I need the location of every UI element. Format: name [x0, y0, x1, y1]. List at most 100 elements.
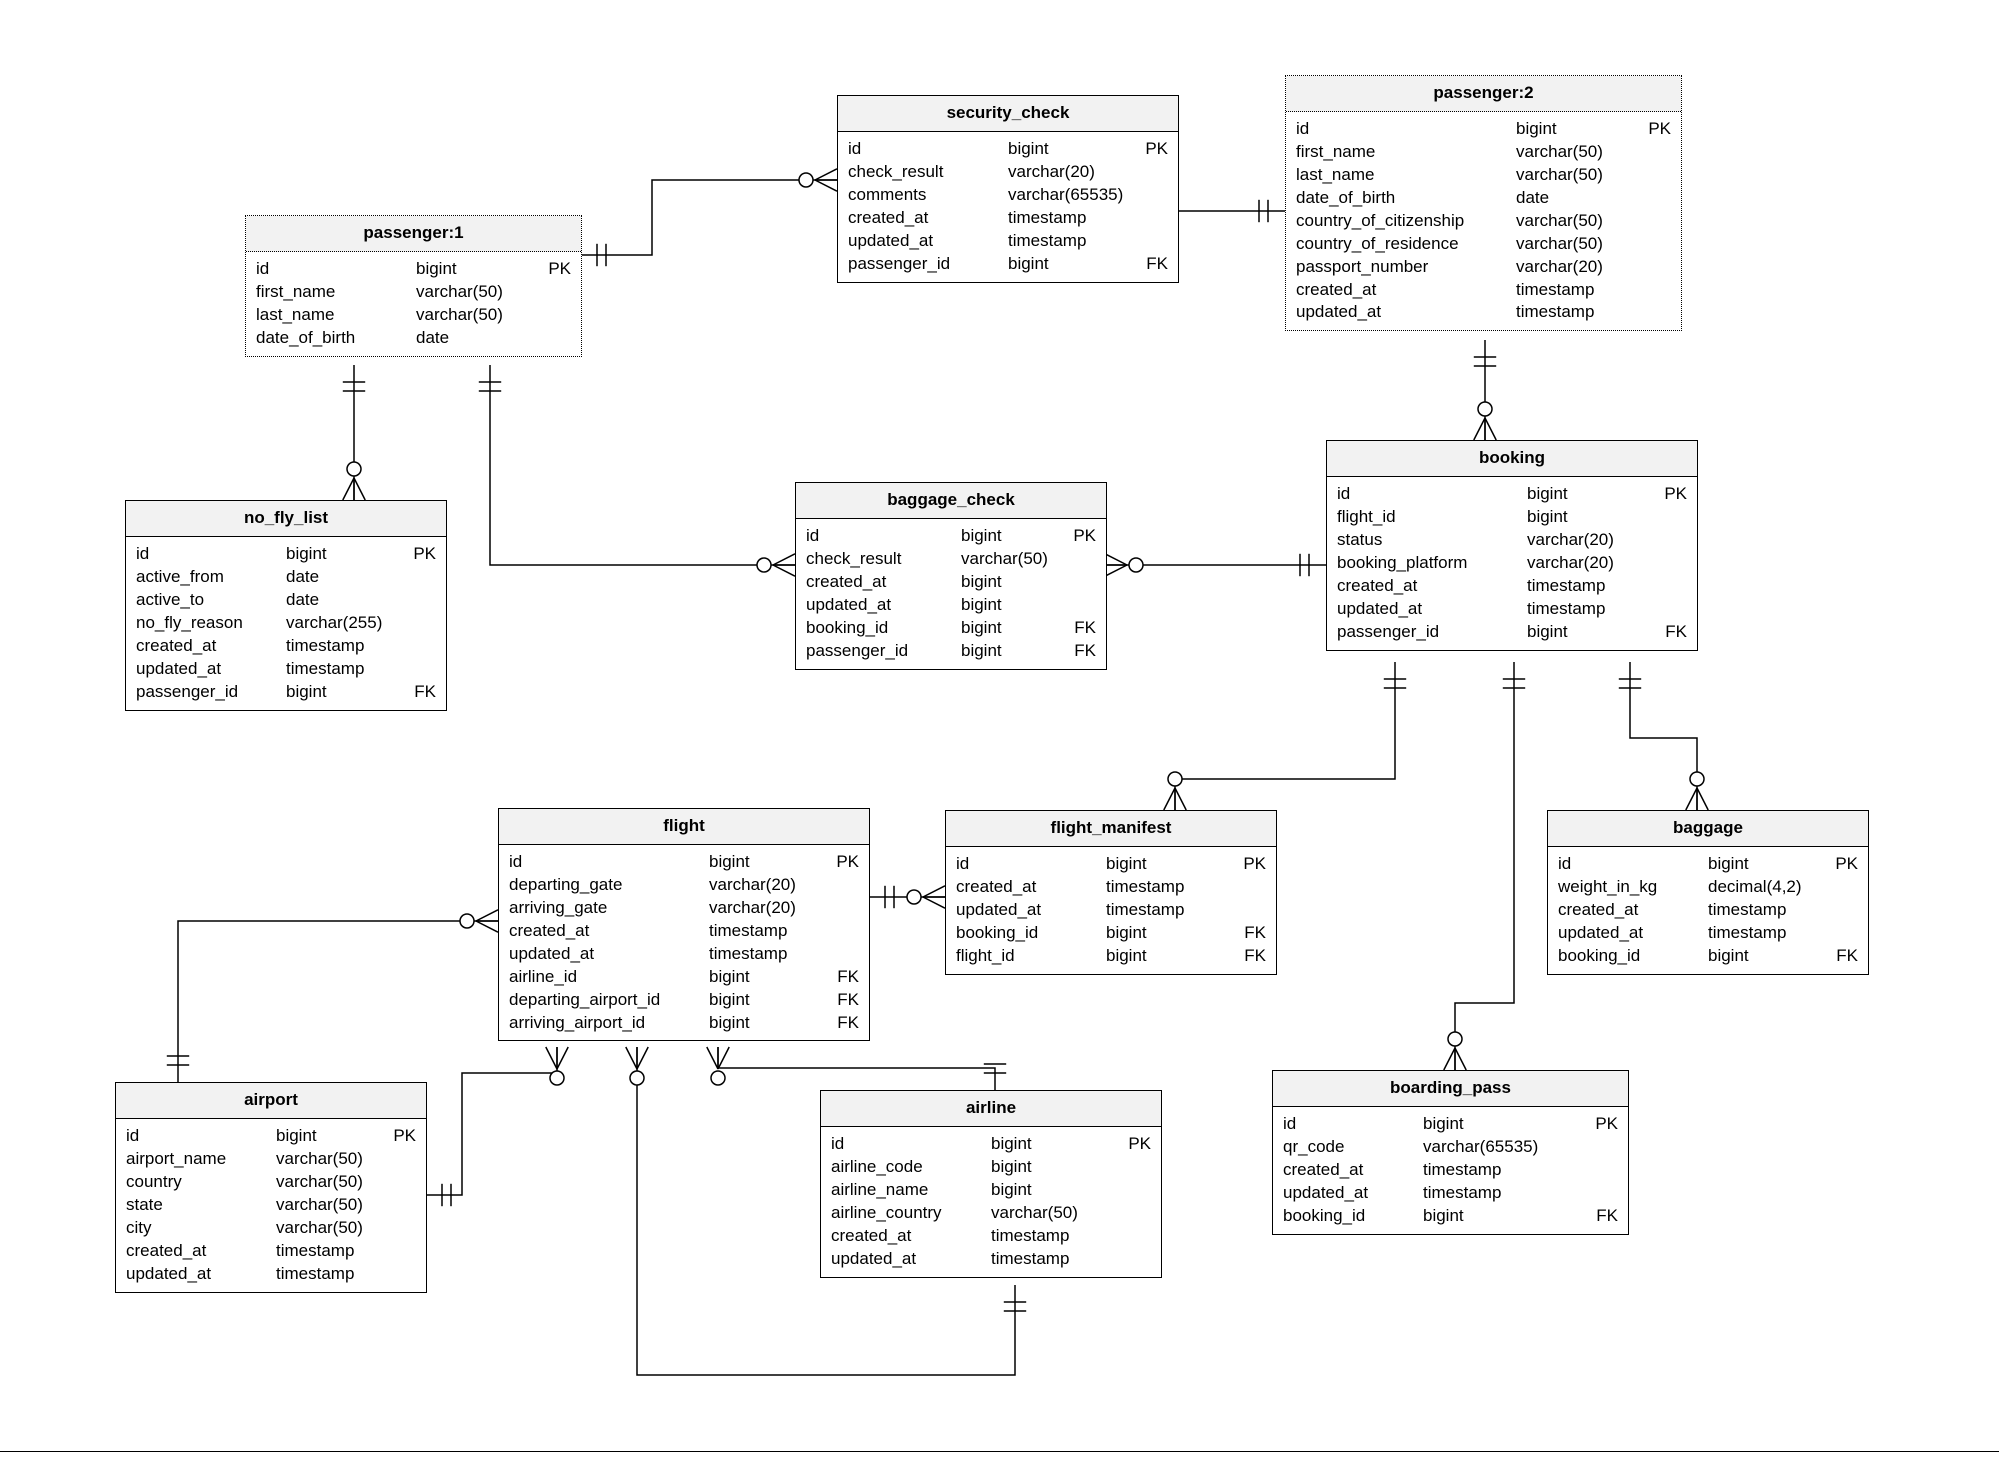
column-row: last_namevarchar(50) [1296, 164, 1671, 187]
column-row: countryvarchar(50) [126, 1171, 416, 1194]
column-name: updated_at [1283, 1182, 1423, 1205]
column-row: last_namevarchar(50) [256, 304, 571, 327]
column-row: idbigintPK [848, 138, 1168, 161]
column-row: statusvarchar(20) [1337, 529, 1687, 552]
column-name: last_name [1296, 164, 1516, 187]
column-name: booking_id [1283, 1205, 1423, 1228]
column-type: date [1516, 187, 1641, 210]
column-name: id [1296, 118, 1516, 141]
column-key: PK [829, 851, 859, 874]
column-type: bigint [991, 1179, 1121, 1202]
column-type: bigint [1516, 118, 1641, 141]
column-key [1641, 256, 1671, 279]
column-row: first_namevarchar(50) [1296, 141, 1671, 164]
column-name: id [1558, 853, 1708, 876]
column-name: updated_at [1337, 598, 1527, 621]
column-name: created_at [1558, 899, 1708, 922]
column-row: flight_idbigintFK [956, 945, 1266, 968]
column-type: timestamp [1008, 230, 1138, 253]
column-key [1641, 141, 1671, 164]
column-row: booking_idbigintFK [1283, 1205, 1618, 1228]
column-row: active_todate [136, 589, 436, 612]
column-row: idbigintPK [1337, 483, 1687, 506]
column-row: passport_numbervarchar(20) [1296, 256, 1671, 279]
column-key [1641, 233, 1671, 256]
entity-title: baggage_check [796, 483, 1106, 519]
column-row: passenger_idbigintFK [1337, 621, 1687, 644]
column-name: departing_gate [509, 874, 709, 897]
column-row: booking_idbigintFK [806, 617, 1096, 640]
entity-body: idbigintPKairline_codebigintairline_name… [821, 1127, 1161, 1277]
column-key [1641, 210, 1671, 233]
column-type: bigint [286, 681, 406, 704]
column-row: idbigintPK [831, 1133, 1151, 1156]
column-key [1657, 529, 1687, 552]
column-row: created_attimestamp [1296, 279, 1671, 302]
column-row: airline_idbigintFK [509, 966, 859, 989]
column-type: bigint [961, 594, 1066, 617]
column-row: updated_atbigint [806, 594, 1096, 617]
column-type: bigint [1527, 506, 1657, 529]
column-row: airport_namevarchar(50) [126, 1148, 416, 1171]
column-key [541, 281, 571, 304]
column-name: passport_number [1296, 256, 1516, 279]
column-type: varchar(50) [991, 1202, 1121, 1225]
column-key [1657, 575, 1687, 598]
column-key [1828, 922, 1858, 945]
column-name: updated_at [806, 594, 961, 617]
entity-flight_manifest: flight_manifestidbigintPKcreated_attimes… [945, 810, 1277, 975]
column-name: check_result [806, 548, 961, 571]
column-type: varchar(50) [1516, 233, 1641, 256]
column-name: created_at [831, 1225, 991, 1248]
column-key [1641, 301, 1671, 324]
column-type: decimal(4,2) [1708, 876, 1828, 899]
column-key [1121, 1225, 1151, 1248]
column-key: FK [1236, 945, 1266, 968]
column-key [1657, 552, 1687, 575]
column-row: updated_attimestamp [848, 230, 1168, 253]
column-type: bigint [1106, 922, 1236, 945]
column-type: varchar(20) [1527, 529, 1657, 552]
column-name: last_name [256, 304, 416, 327]
column-name: updated_at [509, 943, 709, 966]
column-name: check_result [848, 161, 1008, 184]
entity-body: idbigintPKairport_namevarchar(50)country… [116, 1119, 426, 1292]
column-type: bigint [991, 1156, 1121, 1179]
column-name: updated_at [1558, 922, 1708, 945]
entity-body: idbigintPKcheck_resultvarchar(50)created… [796, 519, 1106, 669]
column-name: country [126, 1171, 276, 1194]
column-name: city [126, 1217, 276, 1240]
entity-title: flight [499, 809, 869, 845]
column-key [1657, 598, 1687, 621]
column-name: booking_id [806, 617, 961, 640]
column-key [1138, 207, 1168, 230]
column-name: flight_id [1337, 506, 1527, 529]
column-type: bigint [961, 525, 1066, 548]
column-name: id [956, 853, 1106, 876]
column-name: country_of_citizenship [1296, 210, 1516, 233]
column-name: id [126, 1125, 276, 1148]
column-key [406, 566, 436, 589]
column-type: varchar(50) [276, 1217, 386, 1240]
column-type: timestamp [1708, 899, 1828, 922]
column-type: timestamp [709, 943, 829, 966]
column-key: PK [1641, 118, 1671, 141]
column-row: idbigintPK [136, 543, 436, 566]
column-type: varchar(50) [276, 1194, 386, 1217]
column-name: passenger_id [848, 253, 1008, 276]
column-row: country_of_citizenshipvarchar(50) [1296, 210, 1671, 233]
column-row: country_of_residencevarchar(50) [1296, 233, 1671, 256]
column-type: bigint [1527, 483, 1657, 506]
column-type: bigint [1708, 945, 1828, 968]
column-row: booking_idbigintFK [956, 922, 1266, 945]
column-row: weight_in_kgdecimal(4,2) [1558, 876, 1858, 899]
column-row: booking_platformvarchar(20) [1337, 552, 1687, 575]
column-name: id [1283, 1113, 1423, 1136]
entity-baggage_check: baggage_checkidbigintPKcheck_resultvarch… [795, 482, 1107, 670]
column-name: created_at [1283, 1159, 1423, 1182]
column-type: timestamp [286, 635, 406, 658]
column-type: varchar(20) [1516, 256, 1641, 279]
column-name: date_of_birth [256, 327, 416, 350]
column-name: airline_code [831, 1156, 991, 1179]
column-name: created_at [136, 635, 286, 658]
